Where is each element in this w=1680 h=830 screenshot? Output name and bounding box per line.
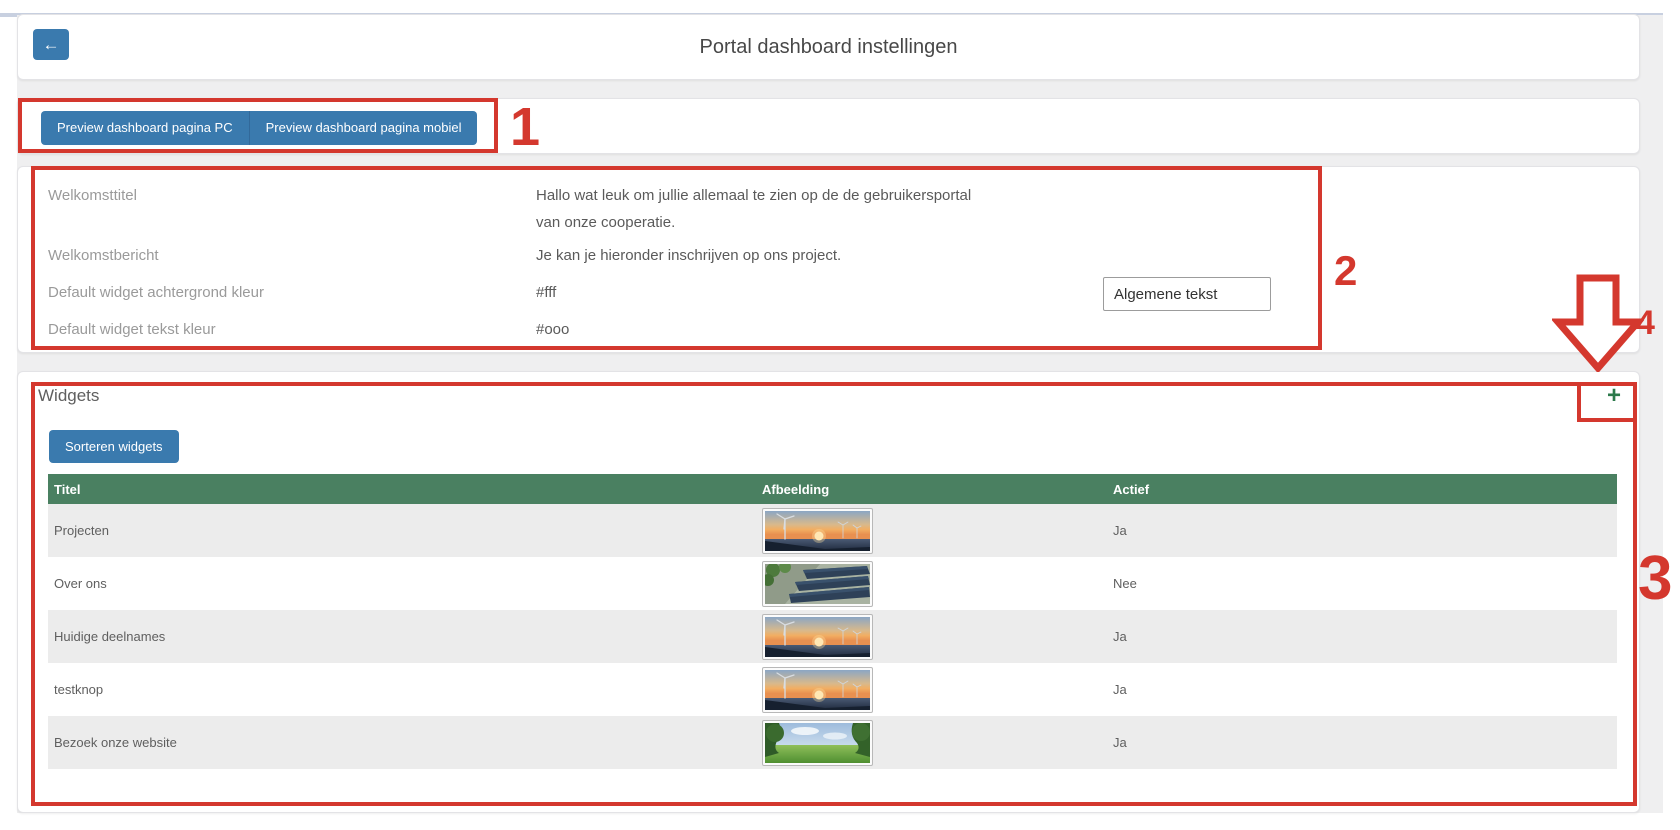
preview-buttons-card: Preview dashboard pagina PC Preview dash… <box>17 98 1640 154</box>
widget-image-cell <box>762 663 1113 716</box>
setting-label: Default widget tekst kleur <box>48 321 216 338</box>
column-header-titel: Titel <box>48 474 762 504</box>
setting-value: #fff <box>536 284 556 301</box>
algemene-tekst-input[interactable] <box>1103 277 1271 311</box>
widget-image-cell <box>762 557 1113 610</box>
widget-title-cell: Bezoek onze website <box>48 716 762 769</box>
widget-active-cell: Nee <box>1113 557 1617 610</box>
table-row[interactable]: Projecten Ja <box>48 504 1617 557</box>
plus-icon: + <box>1607 382 1621 409</box>
widget-thumbnail <box>762 720 873 766</box>
settings-card: Welkomsttitel Hallo wat leuk om jullie a… <box>17 166 1640 353</box>
page-title: Portal dashboard instellingen <box>18 36 1639 59</box>
widget-title-cell: testknop <box>48 663 762 716</box>
widget-image-cell <box>762 716 1113 769</box>
widget-active-cell: Ja <box>1113 663 1617 716</box>
widget-title-cell: Huidige deelnames <box>48 610 762 663</box>
widget-image-cell <box>762 504 1113 557</box>
preview-mobile-button[interactable]: Preview dashboard pagina mobiel <box>250 111 478 145</box>
header-card: ← Portal dashboard instellingen <box>17 14 1640 80</box>
column-header-afbeelding: Afbeelding <box>762 474 1113 504</box>
sort-widgets-button[interactable]: Sorteren widgets <box>49 430 179 463</box>
widgets-section-title: Widgets <box>38 386 99 406</box>
setting-value: #ooo <box>536 321 569 338</box>
preview-pc-button[interactable]: Preview dashboard pagina PC <box>41 111 250 145</box>
table-row[interactable]: Huidige deelnames Ja <box>48 610 1617 663</box>
setting-value-line2: van onze cooperatie. <box>536 214 675 231</box>
solar-panels-image <box>765 564 870 604</box>
table-row[interactable]: Over ons Nee <box>48 557 1617 610</box>
widgets-table: Titel Afbeelding Actief Projecten <box>48 474 1617 769</box>
widget-thumbnail <box>762 667 873 713</box>
widgets-card: Widgets + Sorteren widgets Titel Afbeeld… <box>17 371 1640 813</box>
widget-active-cell: Ja <box>1113 716 1617 769</box>
setting-label: Welkomsttitel <box>48 187 137 204</box>
setting-label: Default widget achtergrond kleur <box>48 284 264 301</box>
setting-value: Hallo wat leuk om jullie allemaal te zie… <box>536 187 971 204</box>
add-widget-button[interactable]: + <box>1607 384 1621 408</box>
turbine-sunset-image <box>765 670 870 710</box>
widget-thumbnail <box>762 561 873 607</box>
turbine-sunset-image <box>765 511 870 551</box>
widget-active-cell: Ja <box>1113 504 1617 557</box>
setting-label: Welkomstbericht <box>48 247 159 264</box>
table-row[interactable]: testknop Ja <box>48 663 1617 716</box>
widget-title-cell: Over ons <box>48 557 762 610</box>
column-header-actief: Actief <box>1113 474 1617 504</box>
widget-thumbnail <box>762 508 873 554</box>
setting-value: Je kan je hieronder inschrijven op ons p… <box>536 247 841 264</box>
table-header-row: Titel Afbeelding Actief <box>48 474 1617 504</box>
turbine-sunset-image <box>765 617 870 657</box>
widget-thumbnail <box>762 614 873 660</box>
widget-title-cell: Projecten <box>48 504 762 557</box>
widgets-table-body: Projecten Ja Over <box>48 504 1617 769</box>
meadow-image <box>765 723 870 763</box>
table-row[interactable]: Bezoek onze website Ja <box>48 716 1617 769</box>
widget-image-cell <box>762 610 1113 663</box>
widget-active-cell: Ja <box>1113 610 1617 663</box>
preview-button-group: Preview dashboard pagina PC Preview dash… <box>41 111 477 145</box>
